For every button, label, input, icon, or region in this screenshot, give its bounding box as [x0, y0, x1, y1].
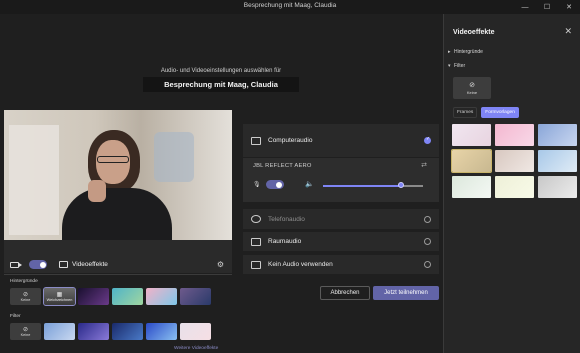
- join-now-button[interactable]: Jetzt teilnehmen: [373, 286, 439, 300]
- room-audio-option[interactable]: Raumaudio: [243, 232, 439, 251]
- background-thumbnail[interactable]: [78, 288, 109, 305]
- style-thumbnail[interactable]: [452, 176, 491, 198]
- background-thumbnails: ⊘ Keine ▦ Weichzeichnen: [10, 287, 211, 306]
- no-filter-icon: ⊘: [469, 81, 475, 89]
- speaker-volume-knob[interactable]: [398, 182, 404, 188]
- phone-audio-option[interactable]: Telefonaudio: [243, 209, 439, 229]
- style-thumbnail[interactable]: [452, 124, 491, 146]
- audio-device-name: JBL REFLECT AERO: [253, 163, 312, 169]
- prejoin-instruction: Audio- und Videoeinstellungen auswählen …: [160, 68, 282, 74]
- none-label: Keine: [20, 297, 31, 302]
- camera-icon: [10, 261, 22, 268]
- no-audio-option[interactable]: Kein Audio verwenden: [243, 255, 439, 274]
- panel-title: Videoeffekte: [453, 29, 495, 36]
- background-thumbnail[interactable]: [146, 288, 177, 305]
- backgrounds-accordion[interactable]: ▸ Hintergründe: [448, 49, 483, 55]
- filter-label: Filter: [10, 314, 21, 319]
- style-thumbnail[interactable]: [495, 124, 534, 146]
- microphone-icon: 🎙: [253, 182, 261, 188]
- divider: [4, 274, 232, 275]
- phone-audio-radio[interactable]: [424, 215, 431, 223]
- phone-icon: [251, 215, 261, 223]
- filter-none-label: Keine: [466, 89, 478, 95]
- window-title: Besprechung mit Maag, Claudia: [243, 2, 337, 9]
- filter-thumbnails: ⊘ Keine: [10, 323, 211, 340]
- tab-formvorlagen[interactable]: Formvorlagen: [481, 107, 519, 118]
- phone-audio-label: Telefonaudio: [268, 215, 305, 223]
- blur-label: Weichzeichnen: [46, 298, 73, 302]
- computer-audio-radio[interactable]: [424, 136, 431, 144]
- backgrounds-accordion-label: Hintergründe: [454, 49, 483, 55]
- speaker-icon: 🔈: [305, 181, 314, 188]
- room-icon: [251, 237, 261, 246]
- video-effects-label[interactable]: Videoeffekte: [72, 261, 108, 268]
- close-window-icon[interactable]: ✕: [558, 0, 580, 14]
- background-thumbnail[interactable]: [112, 288, 143, 305]
- no-audio-icon: [251, 260, 261, 269]
- none-thumbnail[interactable]: ⊘ Keine: [10, 288, 41, 305]
- none-thumbnail[interactable]: ⊘ Keine: [10, 323, 41, 340]
- video-effects-icon: [59, 261, 68, 268]
- camera-toggle[interactable]: [29, 260, 47, 269]
- style-thumbnail[interactable]: [495, 150, 534, 172]
- computer-audio-label: Computeraudio: [268, 137, 313, 144]
- filter-thumbnail[interactable]: [78, 323, 109, 340]
- style-thumbnail[interactable]: [451, 149, 492, 173]
- style-thumbnail[interactable]: [538, 176, 577, 198]
- none-label: Keine: [20, 332, 31, 337]
- meeting-title: Besprechung mit Maag, Claudia: [143, 77, 299, 92]
- device-settings-icon[interactable]: ⇄: [421, 161, 427, 169]
- gear-icon[interactable]: ⚙: [217, 260, 224, 269]
- video-panel: Videoeffekte ⚙: [4, 110, 232, 273]
- background-thumbnail[interactable]: [180, 288, 211, 305]
- room-audio-radio[interactable]: [424, 238, 431, 245]
- minimize-icon[interactable]: —: [514, 0, 536, 14]
- device-settings: JBL REFLECT AERO ⇄ 🎙 🔈: [243, 158, 439, 202]
- tab-frames[interactable]: Frames: [453, 107, 478, 118]
- style-thumbnails: [451, 124, 577, 198]
- filter-none-button[interactable]: ⊘ Keine: [453, 77, 491, 99]
- filter-thumbnail[interactable]: [44, 323, 75, 340]
- filter-thumbnail[interactable]: [180, 323, 211, 340]
- computer-audio-option[interactable]: Computeraudio: [243, 124, 439, 157]
- room-audio-label: Raumaudio: [268, 238, 302, 245]
- filter-thumbnail[interactable]: [146, 323, 177, 340]
- blur-thumbnail[interactable]: ▦ Weichzeichnen: [43, 287, 76, 306]
- filter-accordion-label: Filter: [454, 63, 466, 69]
- computer-audio-icon: [251, 136, 261, 145]
- title-bar: Besprechung mit Maag, Claudia — ☐ ✕: [0, 0, 580, 14]
- filter-tabs: Frames Formvorlagen: [453, 107, 519, 118]
- microphone-toggle[interactable]: [265, 180, 284, 189]
- no-audio-label: Kein Audio verwenden: [268, 261, 333, 268]
- maximize-icon[interactable]: ☐: [536, 0, 558, 14]
- style-thumbnail[interactable]: [538, 124, 577, 146]
- video-effects-panel: Videoeffekte ✕ ▸ Hintergründe ▾ Filter ⊘ K…: [443, 14, 580, 353]
- cancel-button[interactable]: Abbrechen: [320, 286, 370, 300]
- close-icon[interactable]: ✕: [564, 26, 572, 37]
- no-audio-radio[interactable]: [424, 261, 431, 268]
- filter-accordion[interactable]: ▾ Filter: [448, 63, 465, 69]
- filter-thumbnail[interactable]: [112, 323, 143, 340]
- backgrounds-label: Hintergründe: [10, 279, 38, 284]
- blur-icon: ▦: [56, 292, 63, 298]
- video-controls: Videoeffekte ⚙: [4, 256, 232, 273]
- video-preview: [4, 110, 232, 240]
- more-video-effects-link[interactable]: Weitere Videoeffekte: [174, 346, 218, 351]
- style-thumbnail[interactable]: [538, 150, 577, 172]
- style-thumbnail[interactable]: [495, 176, 534, 198]
